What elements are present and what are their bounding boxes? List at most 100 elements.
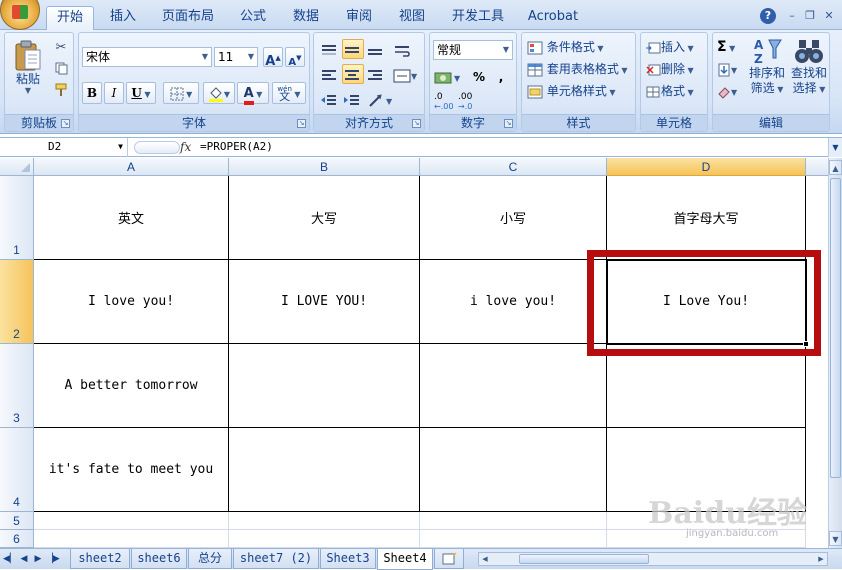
phonetic-guide-button[interactable]: wén 文 ▼ bbox=[272, 82, 306, 104]
merge-center-button[interactable]: ▼ bbox=[392, 64, 422, 84]
format-as-table-button[interactable]: 套用表格格式 ▼ bbox=[526, 58, 634, 78]
tab-developer[interactable]: 开发工具 bbox=[446, 6, 510, 30]
office-button[interactable] bbox=[0, 0, 40, 30]
cell-c6[interactable] bbox=[420, 530, 607, 548]
formula-input[interactable]: =PROPER(A2) bbox=[200, 138, 273, 157]
conditional-format-button[interactable]: 条件格式 ▼ bbox=[526, 36, 634, 56]
align-right-button[interactable] bbox=[365, 64, 387, 84]
insert-sheet-button[interactable] bbox=[434, 549, 464, 569]
scroll-down-icon[interactable]: ▼ bbox=[829, 531, 842, 546]
row-header-3[interactable]: 3 bbox=[0, 344, 34, 428]
scroll-left-icon[interactable]: ◀ bbox=[479, 553, 491, 565]
dialog-launcher-icon[interactable]: ↘ bbox=[504, 119, 513, 128]
fill-color-button[interactable]: ▼ bbox=[203, 82, 235, 104]
sheet-tab-sheet2[interactable]: sheet2 bbox=[70, 549, 130, 569]
align-top-button[interactable] bbox=[319, 39, 341, 59]
column-header-c[interactable]: C bbox=[420, 158, 607, 176]
align-left-button[interactable] bbox=[319, 64, 341, 84]
cell-d2[interactable]: I Love You! bbox=[607, 260, 806, 344]
tab-review[interactable]: 审阅 bbox=[339, 6, 379, 30]
copy-button[interactable] bbox=[52, 57, 70, 75]
currency-button[interactable]: ▼ bbox=[433, 66, 467, 86]
horizontal-scroll-thumb[interactable] bbox=[519, 554, 649, 564]
column-header-b[interactable]: B bbox=[229, 158, 420, 176]
tab-view[interactable]: 视图 bbox=[392, 6, 432, 30]
restore-icon[interactable]: ❐ bbox=[802, 8, 818, 24]
cell-c5[interactable] bbox=[420, 512, 607, 530]
horizontal-scrollbar[interactable]: ◀ ▶ bbox=[478, 552, 828, 566]
dialog-launcher-icon[interactable]: ↘ bbox=[412, 119, 421, 128]
cell-d6[interactable] bbox=[607, 530, 806, 548]
text-orientation-button[interactable]: ▼ bbox=[367, 89, 399, 109]
scroll-up-icon[interactable]: ▲ bbox=[829, 160, 842, 175]
select-all-button[interactable] bbox=[0, 158, 34, 176]
sort-filter-button[interactable]: AZ 排序和 筛选 ▼ bbox=[747, 35, 787, 111]
column-header-e[interactable] bbox=[806, 158, 828, 176]
close-icon[interactable]: ✕ bbox=[821, 8, 837, 24]
expand-formula-bar-button[interactable]: ▼ bbox=[828, 138, 842, 157]
sheet-tab-sheet4[interactable]: Sheet4 bbox=[377, 549, 433, 570]
cell-b1[interactable]: 大写 bbox=[229, 176, 420, 260]
cell-a3[interactable]: A better tomorrow bbox=[34, 344, 229, 428]
row-header-1[interactable]: 1 bbox=[0, 176, 34, 260]
cell-c3[interactable] bbox=[420, 344, 607, 428]
dialog-launcher-icon[interactable]: ↘ bbox=[61, 119, 70, 128]
tab-data[interactable]: 数据 bbox=[286, 6, 326, 30]
column-header-d[interactable]: D bbox=[607, 158, 806, 176]
help-icon[interactable]: ? bbox=[760, 8, 776, 24]
italic-button[interactable]: I bbox=[104, 82, 124, 104]
grow-font-button[interactable]: A▲ bbox=[263, 47, 283, 69]
format-painter-button[interactable] bbox=[52, 78, 70, 96]
cell-d5[interactable] bbox=[607, 512, 806, 530]
tab-page-layout[interactable]: 页面布局 bbox=[156, 6, 220, 30]
font-color-button[interactable]: A ▼ bbox=[237, 82, 269, 105]
cell-a2[interactable]: I love you! bbox=[34, 260, 229, 344]
first-sheet-icon[interactable]: ◀▏ bbox=[3, 551, 17, 567]
borders-button[interactable]: ▼ bbox=[163, 82, 199, 104]
paste-button[interactable]: 粘贴 ▼ bbox=[9, 35, 47, 105]
cell-a5[interactable] bbox=[34, 512, 229, 530]
percent-button[interactable]: % bbox=[469, 66, 489, 86]
cell-styles-button[interactable]: 单元格样式 ▼ bbox=[526, 80, 634, 100]
prev-sheet-icon[interactable]: ◀ bbox=[18, 551, 30, 567]
tab-formulas[interactable]: 公式 bbox=[233, 6, 273, 30]
row-header-5[interactable]: 5 bbox=[0, 512, 34, 530]
fill-handle[interactable] bbox=[803, 341, 809, 347]
comma-style-button[interactable]: , bbox=[491, 66, 511, 86]
cell-c4[interactable] bbox=[420, 428, 607, 512]
bold-button[interactable]: B bbox=[82, 82, 102, 104]
sheet-tab-sheet3[interactable]: Sheet3 bbox=[320, 549, 376, 569]
column-header-a[interactable]: A bbox=[34, 158, 229, 176]
minimize-icon[interactable]: – bbox=[784, 8, 800, 24]
font-size-select[interactable]: 11 ▼ bbox=[214, 47, 258, 67]
cell-b4[interactable] bbox=[229, 428, 420, 512]
increase-indent-button[interactable] bbox=[342, 89, 364, 109]
cut-button[interactable]: ✂ bbox=[52, 36, 70, 55]
increase-decimal-button[interactable]: .0 ←.00 bbox=[433, 91, 455, 111]
vertical-scroll-thumb[interactable] bbox=[830, 178, 841, 478]
cell-a6[interactable] bbox=[34, 530, 229, 548]
row-header-4[interactable]: 4 bbox=[0, 428, 34, 512]
cell-c1[interactable]: 小写 bbox=[420, 176, 607, 260]
delete-cells-button[interactable]: 删除 ▼ bbox=[644, 58, 706, 78]
name-box[interactable]: D2 ▼ bbox=[0, 138, 128, 157]
dialog-launcher-icon[interactable]: ↘ bbox=[297, 119, 306, 128]
cell-d4[interactable] bbox=[607, 428, 806, 512]
row-header-2[interactable]: 2 bbox=[0, 260, 34, 344]
tab-insert[interactable]: 插入 bbox=[103, 6, 143, 30]
cell-d1[interactable]: 首字母大写 bbox=[607, 176, 806, 260]
sheet-tab-total[interactable]: 总分 bbox=[188, 549, 232, 569]
insert-function-icon[interactable]: fx bbox=[180, 138, 191, 156]
cell-b5[interactable] bbox=[229, 512, 420, 530]
decrease-decimal-button[interactable]: .00 →.0 bbox=[457, 91, 479, 111]
align-middle-button[interactable] bbox=[342, 39, 364, 59]
format-cells-button[interactable]: 格式 ▼ bbox=[644, 80, 706, 100]
decrease-indent-button[interactable] bbox=[319, 89, 341, 109]
last-sheet-icon[interactable]: ▕▶ bbox=[46, 551, 60, 567]
next-sheet-icon[interactable]: ▶ bbox=[32, 551, 44, 567]
cell-c2[interactable]: i love you! bbox=[420, 260, 607, 344]
cell-b3[interactable] bbox=[229, 344, 420, 428]
cell-b6[interactable] bbox=[229, 530, 420, 548]
align-center-button[interactable] bbox=[342, 64, 364, 84]
scroll-right-icon[interactable]: ▶ bbox=[815, 553, 827, 565]
